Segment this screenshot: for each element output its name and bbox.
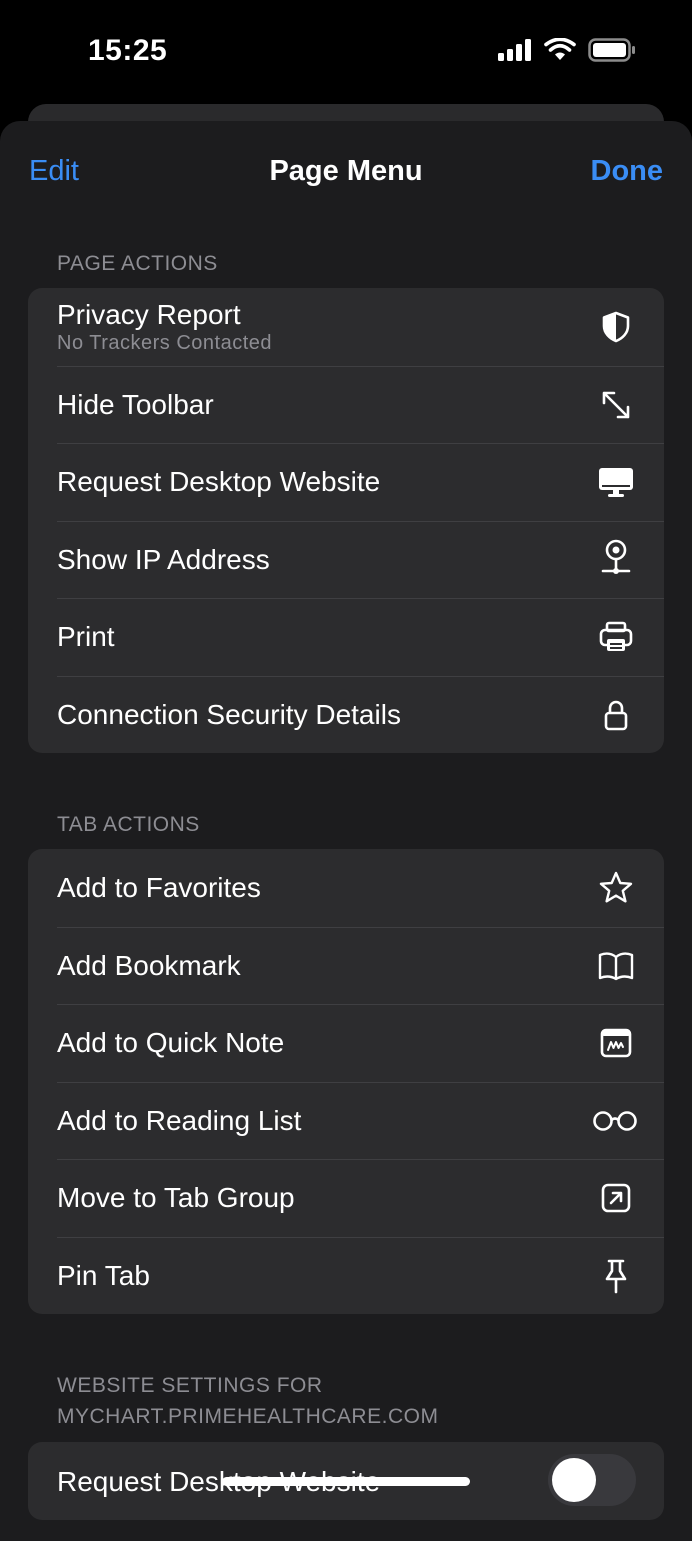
section-header-tab-actions: TAB ACTIONS [57,813,200,836]
menu-item-label: Move to Tab Group [57,1182,295,1213]
menu-item-label: Request Desktop Website [57,466,381,497]
home-indicator[interactable] [222,1477,470,1486]
nav-bar: Edit Page Menu Done [0,121,692,221]
toggle-knob [552,1458,596,1502]
section-header-domain: MYCHART.PRIMEHEALTHCARE.COM [57,1405,439,1428]
wifi-icon [544,38,576,60]
status-icons [498,38,636,62]
menu-item-label: Add to Quick Note [57,1027,285,1058]
status-bar: 15:25 [0,0,692,104]
shield-icon [598,309,634,345]
menu-item-sublabel: No Trackers Contacted [57,332,273,354]
menu-item-add-to-reading-list[interactable]: Add to Reading List [28,1081,664,1160]
page-menu-sheet: Edit Page Menu Done PAGE ACTIONS Privacy… [0,121,692,1541]
menu-item-label: Print [57,621,115,652]
menu-item-label: Pin Tab [57,1259,150,1291]
menu-item-privacy-report[interactable]: Privacy Report No Trackers Contacted [28,288,664,366]
star-icon [598,870,634,906]
location-pin-icon [598,539,634,579]
battery-icon [588,38,635,62]
page-actions-group: Privacy Report No Trackers Contacted Hid… [28,288,664,753]
menu-item-add-to-quick-note[interactable]: Add to Quick Note [28,1004,664,1082]
glasses-icon [592,1103,638,1139]
done-button[interactable]: Done [591,155,664,188]
cellular-signal-icon [498,39,531,61]
request-desktop-website-toggle[interactable] [548,1454,636,1506]
expand-arrows-icon [598,387,634,423]
menu-item-show-ip-address[interactable]: Show IP Address [28,520,664,599]
section-header-page-actions: PAGE ACTIONS [57,252,218,275]
book-icon [598,948,634,984]
status-time: 15:25 [88,34,168,67]
menu-item-add-to-favorites[interactable]: Add to Favorites [28,849,664,927]
menu-item-pin-tab[interactable]: Pin Tab [28,1236,664,1315]
menu-item-label: Hide Toolbar [57,388,214,420]
page-title: Page Menu [269,155,423,187]
menu-item-label: Add to Favorites [57,872,261,903]
menu-item-label: Privacy Report [57,299,241,330]
menu-item-label: Connection Security Details [57,698,401,730]
menu-item-label: Show IP Address [57,543,270,575]
pin-icon [598,1258,634,1294]
menu-item-label: Add Bookmark [57,949,241,981]
menu-item-hide-toolbar[interactable]: Hide Toolbar [28,365,664,444]
menu-item-request-desktop-website[interactable]: Request Desktop Website [28,443,664,521]
quick-note-icon [598,1025,634,1061]
section-header-line: WEBSITE SETTINGS FOR [57,1374,323,1397]
desktop-icon [598,464,634,500]
menu-item-print[interactable]: Print [28,598,664,676]
section-header-website-settings: WEBSITE SETTINGS FOR MYCHART.PRIMEHEALTH… [57,1370,438,1432]
lock-icon [598,697,634,733]
printer-icon [598,619,634,655]
menu-item-add-bookmark[interactable]: Add Bookmark [28,926,664,1005]
tab-actions-group: Add to Favorites Add Bookmark Add to Qui… [28,849,664,1314]
tab-group-icon [598,1180,634,1216]
menu-item-label: Add to Reading List [57,1104,302,1136]
menu-item-connection-security[interactable]: Connection Security Details [28,675,664,754]
menu-item-move-to-tab-group[interactable]: Move to Tab Group [28,1159,664,1237]
